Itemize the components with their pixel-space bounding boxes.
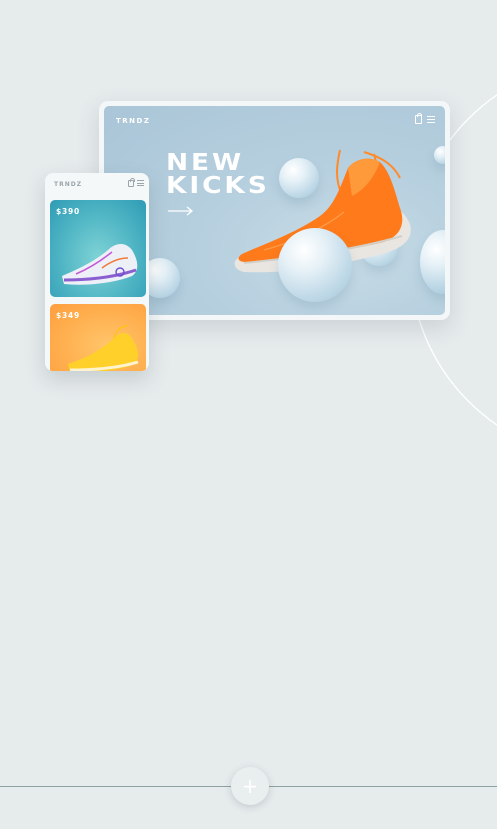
desktop-hero-screen: TRNDZ NEW KICKS — [104, 106, 445, 315]
desktop-header-icons — [415, 113, 435, 124]
yellow-sneaker-image — [68, 325, 139, 371]
desktop-mockup: TRNDZ NEW KICKS — [99, 101, 450, 320]
mobile-header-icons — [128, 178, 144, 187]
product-price: $390 — [56, 207, 81, 216]
shopping-bag-icon[interactable] — [415, 113, 422, 124]
white-purple-sneaker-image — [62, 244, 138, 285]
sphere-decoration — [434, 146, 445, 164]
shopping-bag-icon[interactable] — [128, 178, 135, 187]
mobile-brand-logo[interactable]: TRNDZ — [54, 181, 82, 188]
arrow-right-icon[interactable] — [168, 206, 194, 216]
mobile-mockup: TRNDZ $390 $349 — [45, 173, 149, 371]
product-card[interactable]: $349 — [50, 304, 146, 371]
add-button[interactable]: + — [231, 767, 269, 805]
hamburger-menu-icon[interactable] — [427, 116, 435, 123]
sphere-decoration — [278, 228, 352, 302]
hamburger-menu-icon[interactable] — [137, 180, 144, 186]
desktop-brand-logo[interactable]: TRNDZ — [116, 117, 150, 125]
plus-icon: + — [241, 774, 259, 798]
product-card[interactable]: $390 — [50, 200, 146, 297]
product-price: $349 — [56, 311, 81, 320]
